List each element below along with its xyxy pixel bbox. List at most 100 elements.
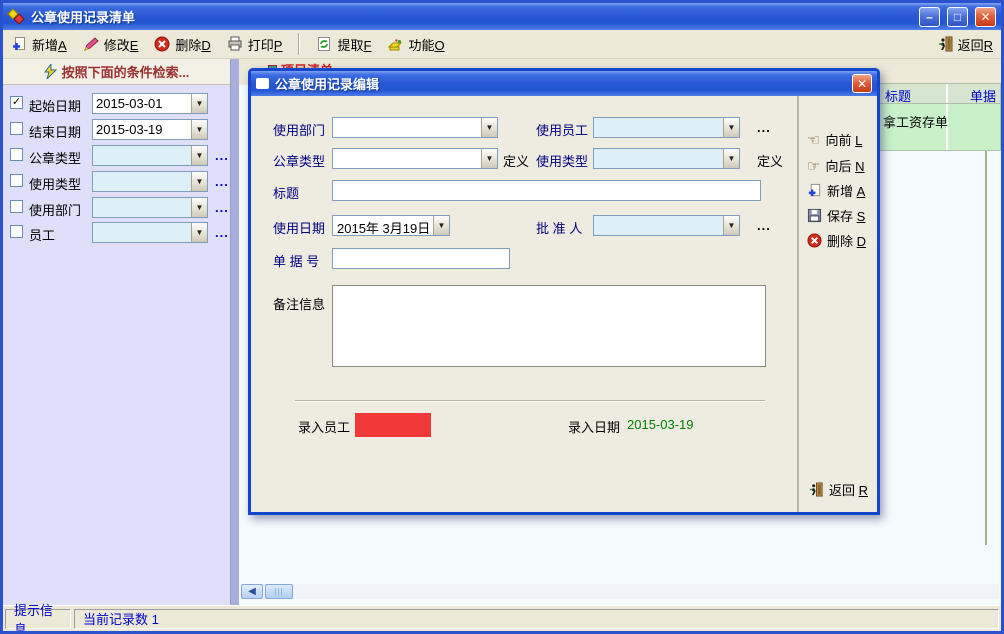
status-record-count: 当前记录数 1 — [74, 609, 999, 629]
end-date-combo[interactable]: 2015-03-19▼ — [92, 119, 208, 140]
use-dept-checkbox[interactable] — [10, 200, 23, 213]
dept-combo[interactable]: ▼ — [332, 117, 498, 138]
grid-right-edge — [985, 151, 987, 545]
minimize-button[interactable]: – — [919, 7, 940, 27]
chevron-down-icon[interactable]: ▼ — [723, 118, 739, 137]
use-type-checkbox[interactable] — [10, 174, 23, 187]
floppy-save-icon — [807, 208, 822, 223]
seal-type-combo[interactable]: ▼ — [92, 145, 208, 166]
title-label: 标题 — [273, 183, 299, 202]
dialog-close-button[interactable]: ✕ — [852, 74, 872, 93]
save-button[interactable]: 保存 S — [807, 206, 865, 225]
filter-row-use-dept: 使用部门 ▼ ... — [3, 197, 230, 218]
remark-textarea[interactable] — [332, 285, 766, 367]
scroll-thumb[interactable]: ||| — [265, 584, 293, 599]
use-type-more-button[interactable]: ... — [215, 174, 229, 189]
next-button[interactable]: ☞ 向后 N — [807, 156, 864, 175]
chevron-down-icon[interactable]: ▼ — [191, 223, 207, 242]
doc-no-label: 单 据 号 — [273, 251, 319, 270]
employee-more-button[interactable]: ... — [215, 225, 229, 240]
seal-type-checkbox[interactable] — [10, 148, 23, 161]
use-dept-combo[interactable]: ▼ — [92, 197, 208, 218]
approver-more-button[interactable]: ... — [757, 218, 771, 233]
remark-label: 备注信息 — [273, 294, 325, 313]
chevron-down-icon[interactable]: ▼ — [723, 216, 739, 235]
doc-no-input[interactable] — [332, 248, 510, 269]
close-button[interactable]: ✕ — [975, 7, 996, 27]
new-document-icon — [807, 183, 822, 198]
filter-row-seal-type: 公章类型 ▼ ... — [3, 145, 230, 166]
splitter[interactable] — [231, 59, 239, 605]
entry-employee-label: 录入员工 — [298, 417, 350, 436]
seal-type-define-link[interactable]: 定义 — [503, 151, 529, 170]
app-window: 公章使用记录清单 – □ ✕ 新增A 修改E 删除D 打印P 提取F — [0, 0, 1004, 634]
seal-type-combo[interactable]: ▼ — [332, 148, 498, 169]
chevron-down-icon[interactable]: ▼ — [191, 120, 207, 139]
prev-button[interactable]: ☜ 向前 L — [807, 130, 862, 149]
horizontal-scrollbar[interactable]: ◀ ||| — [241, 584, 999, 599]
use-type-label: 使用类型 — [536, 151, 588, 170]
pencil-edit-icon — [83, 36, 99, 52]
filter-label: 公章类型 — [29, 148, 81, 167]
employee-combo[interactable]: ▼ — [92, 222, 208, 243]
use-type-combo[interactable]: ▼ — [593, 148, 740, 169]
use-type-combo[interactable]: ▼ — [92, 171, 208, 192]
new-document-icon — [11, 36, 27, 52]
title-input[interactable] — [332, 180, 761, 201]
approver-combo[interactable]: ▼ — [593, 215, 740, 236]
start-date-checkbox[interactable]: ✓ — [10, 96, 23, 109]
delete-button[interactable]: 删除D — [154, 35, 210, 54]
dept-label: 使用部门 — [273, 120, 325, 139]
filter-label: 结束日期 — [29, 122, 81, 141]
maximize-button[interactable]: □ — [947, 7, 968, 27]
scroll-left-icon[interactable]: ◀ — [241, 584, 263, 599]
edit-button[interactable]: 修改E — [83, 35, 139, 54]
entry-date-label: 录入日期 — [568, 417, 620, 436]
filter-label: 员工 — [29, 225, 55, 244]
chevron-down-icon[interactable]: ▼ — [191, 172, 207, 191]
filter-label: 起始日期 — [29, 96, 81, 115]
window-title: 公章使用记录清单 — [31, 7, 135, 26]
end-date-checkbox[interactable] — [10, 122, 23, 135]
dialog-button-panel: ☜ 向前 L ☞ 向后 N 新增 A 保存 S 删除 D — [797, 96, 877, 512]
chevron-down-icon[interactable]: ▼ — [191, 146, 207, 165]
use-type-define-link[interactable]: 定义 — [757, 151, 783, 170]
search-conditions-header: 按照下面的条件检索... — [3, 59, 230, 85]
chevron-down-icon[interactable]: ▼ — [481, 149, 497, 168]
main-toolbar: 新增A 修改E 删除D 打印P 提取F 功能O 返回R — [3, 30, 1001, 59]
search-sidebar: 按照下面的条件检索... ✓ 起始日期 2015-03-01▼ 结束日期 201… — [3, 59, 231, 605]
employee-combo[interactable]: ▼ — [593, 117, 740, 138]
chevron-down-icon[interactable]: ▼ — [191, 94, 207, 113]
chevron-down-icon[interactable]: ▼ — [433, 216, 449, 235]
hand-right-icon: ☞ — [807, 157, 820, 175]
use-date-picker[interactable]: 2015年 3月19日▼ — [332, 215, 450, 236]
employee-checkbox[interactable] — [10, 225, 23, 238]
chevron-down-icon[interactable]: ▼ — [723, 149, 739, 168]
function-button[interactable]: 功能O — [387, 35, 444, 54]
filter-row-use-type: 使用类型 ▼ ... — [3, 171, 230, 192]
extract-button[interactable]: 提取F — [316, 35, 371, 54]
approver-label: 批 准 人 — [536, 218, 582, 237]
add-button[interactable]: 新增A — [11, 35, 67, 54]
hand-left-icon: ☜ — [807, 131, 820, 149]
seal-type-more-button[interactable]: ... — [215, 148, 229, 163]
start-date-combo[interactable]: 2015-03-01▼ — [92, 93, 208, 114]
print-button[interactable]: 打印P — [227, 35, 283, 54]
toolbar-separator — [298, 33, 300, 55]
employee-more-button[interactable]: ... — [757, 120, 771, 135]
title-bar: 公章使用记录清单 – □ ✕ — [3, 3, 1001, 30]
dialog-title: 公章使用记录编辑 — [275, 74, 846, 93]
filter-label: 使用部门 — [29, 200, 81, 219]
dialog-return-button[interactable]: 返回 R — [809, 480, 868, 499]
filter-row-start-date: ✓ 起始日期 2015-03-01▼ — [3, 93, 230, 114]
dialog-delete-button[interactable]: 删除 D — [807, 231, 866, 250]
chevron-down-icon[interactable]: ▼ — [481, 118, 497, 137]
entry-date-value: 2015-03-19 — [627, 417, 694, 432]
dialog-add-button[interactable]: 新增 A — [807, 181, 865, 200]
return-button[interactable]: 返回R — [938, 35, 993, 54]
column-header-doc[interactable]: 单据 — [948, 84, 1000, 103]
use-dept-more-button[interactable]: ... — [215, 200, 229, 215]
employee-label: 使用员工 — [536, 120, 588, 139]
edit-dialog: 公章使用记录编辑 ✕ 使用部门 ▼ 使用员工 ▼ ... 公章类型 ▼ 定义 使… — [248, 68, 880, 515]
chevron-down-icon[interactable]: ▼ — [191, 198, 207, 217]
